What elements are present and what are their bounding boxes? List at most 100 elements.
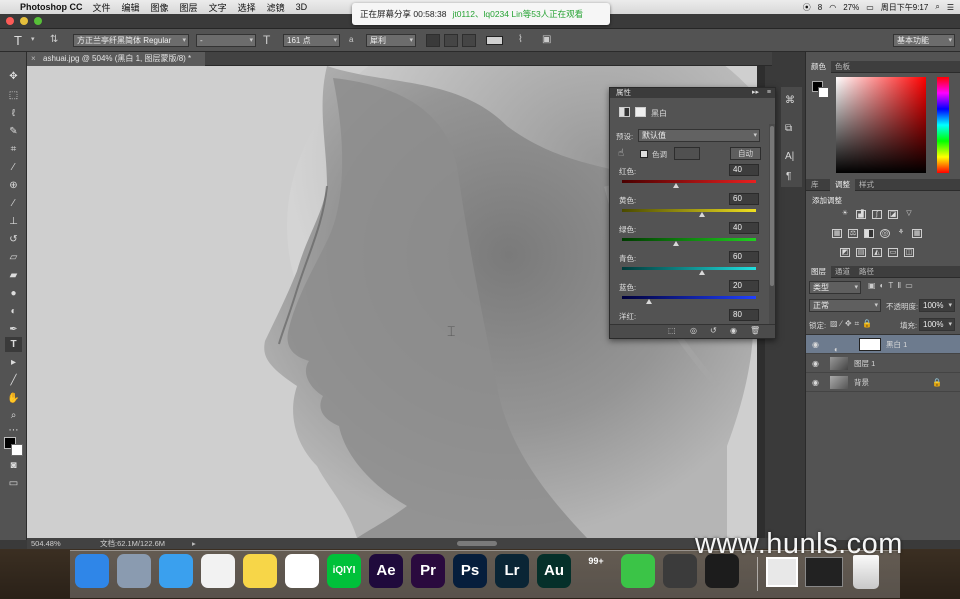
text-orientation-icon[interactable]: ⇅ xyxy=(50,34,58,45)
font-size-select[interactable]: 161 点 xyxy=(283,34,340,47)
tool-preset-dropdown[interactable]: ▾ xyxy=(31,35,35,43)
color-lookup-icon[interactable]: ▦ xyxy=(912,229,922,238)
slider-value-input[interactable]: 40 xyxy=(729,164,759,176)
launchpad-icon[interactable] xyxy=(117,554,151,588)
properties-panel-header[interactable]: 属性 ▸▸ ≡ xyxy=(610,88,775,98)
selective-color-icon[interactable]: ◫ xyxy=(904,248,914,257)
slider-track[interactable] xyxy=(622,180,756,183)
notes-icon[interactable] xyxy=(243,554,277,588)
finder-icon[interactable] xyxy=(75,554,109,588)
marquee-tool-icon[interactable]: ⬚ xyxy=(5,88,22,103)
color-bg-swatch[interactable] xyxy=(818,87,829,98)
channel-mixer-icon[interactable]: ⚘ xyxy=(896,229,906,238)
align-center-button[interactable] xyxy=(444,34,458,47)
blur-tool-icon[interactable]: ● xyxy=(5,286,22,301)
reminders-icon[interactable] xyxy=(201,554,235,588)
notification-count[interactable]: 8 xyxy=(818,3,822,12)
auto-button[interactable]: 自动 xyxy=(730,147,761,160)
slider-thumb[interactable] xyxy=(699,270,706,275)
info-menu-icon[interactable]: ▸ xyxy=(192,538,196,549)
text-color-swatch[interactable] xyxy=(486,36,503,45)
search-icon[interactable]: ⌕ xyxy=(935,2,939,12)
eye-icon[interactable]: ◉ xyxy=(812,354,819,373)
battery-level[interactable]: 27% xyxy=(843,3,859,12)
audition-icon[interactable]: Au xyxy=(537,554,571,588)
eyedropper-tool-icon[interactable]: ⁄ xyxy=(5,160,22,175)
menu-3d[interactable]: 3D xyxy=(296,2,308,12)
invert-icon[interactable]: ◩ xyxy=(840,248,850,257)
brightness-icon[interactable]: ☀ xyxy=(840,210,850,219)
levels-icon[interactable]: ▟ xyxy=(856,210,866,219)
slider-track[interactable] xyxy=(622,267,756,270)
document-info[interactable]: 文档:62.1M/122.6M xyxy=(100,538,165,549)
paragraph-panel-icon[interactable]: ¶ xyxy=(786,171,791,182)
document-tab[interactable]: × ashuai.jpg @ 504% (黑白 1, 图层蒙版/8) * xyxy=(27,52,206,66)
iqiyi-icon[interactable]: iQIYI xyxy=(327,554,361,588)
align-left-button[interactable] xyxy=(426,34,440,47)
screenshot-stack-icon[interactable] xyxy=(766,557,798,587)
after-effects-icon[interactable]: Ae xyxy=(369,554,403,588)
layer-row[interactable]: ◉ 图层 1 xyxy=(806,354,960,373)
tab-paths[interactable]: 路径 xyxy=(854,266,879,278)
tab-swatches[interactable]: 色板 xyxy=(830,61,855,73)
menu-select[interactable]: 选择 xyxy=(238,1,256,14)
wifi-icon[interactable]: ◠ xyxy=(829,3,836,12)
posterize-icon[interactable]: ▤ xyxy=(856,248,866,257)
slider-value-input[interactable]: 80 xyxy=(729,309,759,321)
tab-styles[interactable]: 样式 xyxy=(854,179,879,191)
menu-edit[interactable]: 编辑 xyxy=(122,1,140,14)
brush-tool-icon[interactable]: ∕ xyxy=(5,196,22,211)
move-tool-icon[interactable]: ✥ xyxy=(5,69,22,84)
panel-menu-icon[interactable]: ≡ xyxy=(767,88,771,98)
slider-track[interactable] xyxy=(622,238,756,241)
font-style-select[interactable]: - xyxy=(196,34,256,47)
slider-track[interactable] xyxy=(622,296,756,299)
path-select-tool-icon[interactable]: ▸ xyxy=(5,355,22,370)
delete-icon[interactable]: 🗑 xyxy=(750,326,760,335)
downloads-stack-icon[interactable] xyxy=(805,557,843,587)
blend-mode-select[interactable]: 正常 xyxy=(809,299,881,312)
window-zoom-button[interactable] xyxy=(34,17,42,25)
slider-thumb[interactable] xyxy=(672,183,679,188)
menu-layer[interactable]: 图层 xyxy=(180,1,198,14)
tab-channels[interactable]: 通道 xyxy=(830,266,855,278)
hue-saturation-icon[interactable]: ▦ xyxy=(832,229,842,238)
qq-icon[interactable]: 99+ xyxy=(579,554,613,588)
app-menu[interactable]: Photoshop CC xyxy=(20,2,83,12)
layer-name[interactable]: 图层 1 xyxy=(854,354,875,373)
targeted-adjustment-icon[interactable]: ☝ xyxy=(618,148,624,159)
slider-value-input[interactable]: 60 xyxy=(729,251,759,263)
photoshop-icon[interactable]: Ps xyxy=(453,554,487,588)
tab-color[interactable]: 颜色 xyxy=(806,61,831,73)
tint-color-swatch[interactable] xyxy=(674,147,700,160)
type-tool-icon[interactable]: T xyxy=(5,337,22,352)
layer-mask-thumb[interactable] xyxy=(859,338,881,351)
slider-value-input[interactable]: 60 xyxy=(729,193,759,205)
dodge-tool-icon[interactable]: ◐ xyxy=(5,304,22,319)
character-panel-icon[interactable]: A| xyxy=(785,151,794,162)
clock[interactable]: 周日下午9:17 xyxy=(881,2,929,13)
hue-slider[interactable] xyxy=(937,77,949,173)
line-tool-icon[interactable]: ╱ xyxy=(5,373,22,388)
pen-tool-icon[interactable]: ✒ xyxy=(5,322,22,337)
reset-icon[interactable]: ↺ xyxy=(710,326,717,335)
menu-file[interactable]: 文件 xyxy=(93,1,111,14)
antialias-select[interactable]: 犀利 xyxy=(366,34,416,47)
opacity-input[interactable]: 100% xyxy=(919,299,955,312)
more-tools-icon[interactable]: ⋯ xyxy=(5,423,22,438)
curves-icon[interactable]: ∫ xyxy=(872,210,882,219)
menu-type[interactable]: 文字 xyxy=(209,1,227,14)
crop-tool-icon[interactable]: ⌗ xyxy=(5,142,22,157)
eraser-tool-icon[interactable]: ▱ xyxy=(5,250,22,265)
layer-name[interactable]: 黑白 1 xyxy=(886,335,907,354)
stamp-tool-icon[interactable]: ⊥ xyxy=(5,214,22,229)
wechat-icon[interactable] xyxy=(621,554,655,588)
healing-tool-icon[interactable]: ⊕ xyxy=(5,178,22,193)
tint-checkbox[interactable] xyxy=(640,150,648,158)
actions-panel-icon[interactable]: ⧉ xyxy=(785,123,792,134)
menu-image[interactable]: 图像 xyxy=(151,1,169,14)
threshold-icon[interactable]: ◭ xyxy=(872,248,882,257)
photo-filter-icon[interactable]: ◎ xyxy=(880,229,890,238)
view-previous-icon[interactable]: ◎ xyxy=(690,326,697,335)
scrollbar-thumb[interactable] xyxy=(770,126,774,286)
